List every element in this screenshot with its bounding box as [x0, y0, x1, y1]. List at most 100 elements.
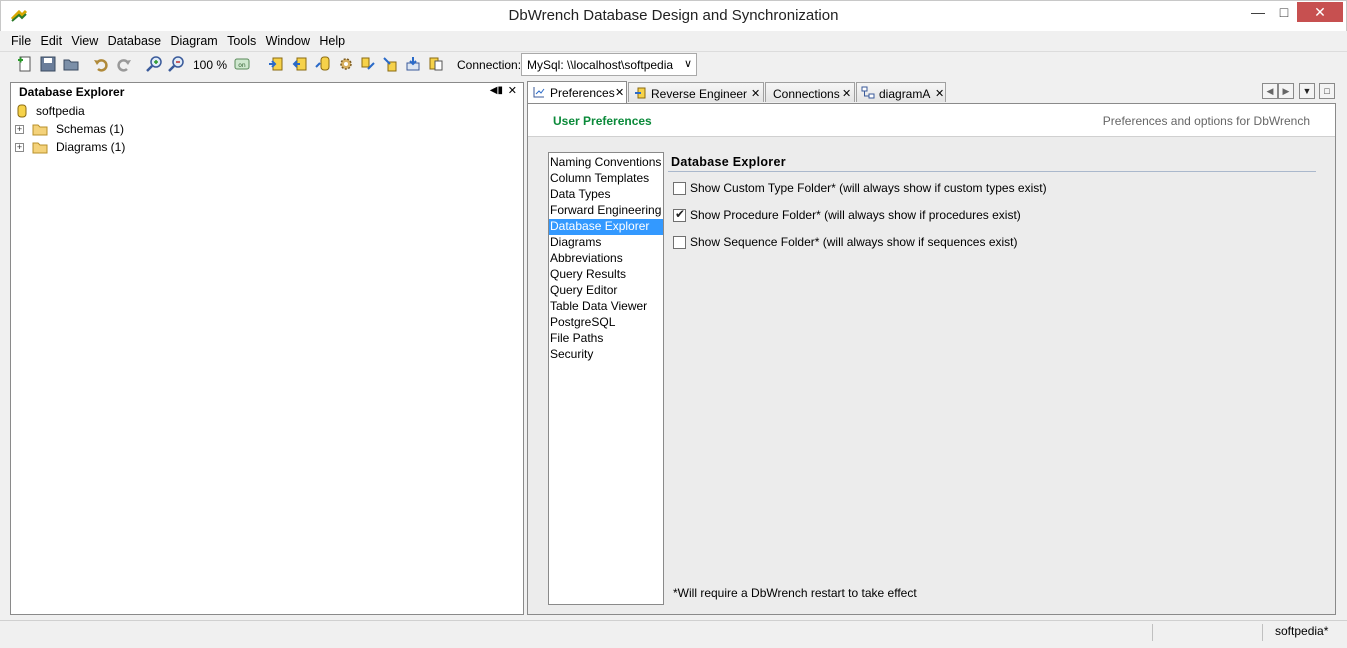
close-tab-icon[interactable]: ✕ — [615, 86, 624, 99]
expand-icon[interactable]: + — [15, 143, 24, 152]
diagram-icon — [861, 86, 875, 99]
close-tab-icon[interactable]: ✕ — [935, 87, 944, 100]
category-security[interactable]: Security — [549, 347, 663, 363]
menu-file[interactable]: File — [9, 31, 33, 48]
zoom-in-icon[interactable] — [145, 55, 165, 75]
section-title: Database Explorer — [671, 155, 786, 169]
menu-bar: File Edit View Database Diagram Tools Wi… — [0, 31, 1347, 51]
forward-engineer-icon[interactable] — [267, 55, 287, 75]
tab-list-dropdown-icon[interactable]: ▼ — [1299, 83, 1315, 99]
database-icon — [17, 104, 27, 118]
status-divider — [1262, 624, 1263, 641]
tab-label: Reverse Engineer — [651, 87, 748, 101]
maximize-button[interactable]: □ — [1270, 2, 1298, 22]
close-tab-icon[interactable]: ✕ — [751, 87, 760, 100]
tab-label: Preferences — [550, 86, 615, 100]
import-icon[interactable] — [404, 55, 424, 75]
database-explorer-header: Database Explorer ◀▮ ✕ — [11, 83, 523, 101]
category-naming-conventions[interactable]: Naming Conventions — [549, 155, 663, 171]
category-abbreviations[interactable]: Abbreviations — [549, 251, 663, 267]
category-forward-engineering[interactable]: Forward Engineering — [549, 203, 663, 219]
tree-item-schemas[interactable]: + Schemas (1) — [15, 121, 215, 139]
menu-database[interactable]: Database — [106, 31, 164, 48]
sequence-folder-checkbox[interactable] — [673, 236, 686, 249]
preferences-panel: User Preferences Preferences and options… — [527, 103, 1336, 615]
window-title: DbWrench Database Design and Synchroniza… — [508, 7, 839, 24]
procedure-folder-checkbox[interactable] — [673, 207, 686, 222]
fit-zoom-icon[interactable]: on — [233, 55, 253, 75]
close-panel-icon[interactable]: ✕ — [508, 84, 517, 97]
reverse-engineer-icon — [635, 87, 646, 99]
open-folder-icon[interactable] — [62, 55, 82, 75]
save-icon[interactable] — [39, 55, 59, 75]
category-query-editor[interactable]: Query Editor — [549, 283, 663, 299]
database-explorer-panel: Database Explorer ◀▮ ✕ softpedia + Schem… — [10, 82, 524, 615]
title-bar: DbWrench Database Design and Synchroniza… — [0, 0, 1347, 31]
status-divider — [1152, 624, 1153, 641]
tab-label: diagramA — [879, 87, 931, 101]
category-file-paths[interactable]: File Paths — [549, 331, 663, 347]
menu-window[interactable]: Window — [264, 31, 312, 48]
tab-diagrama[interactable]: diagramA ✕ — [856, 82, 946, 102]
option-label: Show Custom Type Folder* (will always sh… — [690, 181, 1047, 195]
status-bar: softpedia* — [0, 620, 1347, 648]
export-icon[interactable] — [427, 55, 447, 75]
tab-preferences[interactable]: Preferences ✕ — [527, 81, 627, 103]
preferences-header: User Preferences Preferences and options… — [528, 104, 1335, 137]
tree-item-label: Diagrams (1) — [56, 140, 126, 154]
tree-item-label: Schemas (1) — [56, 122, 125, 136]
preference-category-list[interactable]: Naming Conventions Column Templates Data… — [548, 152, 664, 605]
panel-title: Database Explorer — [19, 85, 125, 99]
chevron-down-icon: ∨ — [683, 58, 692, 70]
tree-root[interactable]: softpedia — [17, 103, 217, 121]
minimize-panel-icon[interactable]: ◀▮ — [490, 85, 503, 96]
maximize-editor-icon[interactable]: □ — [1319, 83, 1335, 99]
database-sync-icon[interactable] — [314, 55, 334, 75]
zoom-out-icon[interactable] — [167, 55, 187, 75]
folder-icon — [32, 142, 48, 154]
undo-icon[interactable] — [92, 55, 112, 75]
category-data-types[interactable]: Data Types — [549, 187, 663, 203]
svg-text:on: on — [238, 62, 246, 69]
toolbar: 100 % on Connection: MySql: \\localhost\… — [0, 51, 1347, 77]
menu-view[interactable]: View — [69, 31, 100, 48]
connection-select[interactable]: MySql: \\localhost\softpedia ∨ — [521, 53, 697, 76]
tree-item-diagrams[interactable]: + Diagrams (1) — [15, 139, 215, 157]
option-label: Show Sequence Folder* (will always show … — [690, 235, 1018, 249]
redo-icon[interactable] — [115, 55, 135, 75]
section-divider — [668, 171, 1316, 172]
category-postgresql[interactable]: PostgreSQL — [549, 315, 663, 331]
menu-diagram[interactable]: Diagram — [168, 31, 219, 48]
new-file-icon[interactable] — [16, 55, 36, 75]
close-tab-icon[interactable]: ✕ — [842, 87, 851, 100]
connection-value: MySql: \\localhost\softpedia — [527, 58, 674, 72]
category-table-data-viewer[interactable]: Table Data Viewer — [549, 299, 663, 315]
tree-root-label: softpedia — [36, 104, 85, 118]
preferences-icon — [533, 87, 545, 98]
scroll-tabs-left-icon[interactable]: ◀ — [1262, 83, 1278, 99]
zoom-level: 100 % — [193, 58, 228, 72]
connection-label: Connection: — [457, 58, 522, 72]
menu-help[interactable]: Help — [317, 31, 347, 48]
restart-note: *Will require a DbWrench restart to take… — [673, 586, 917, 600]
scroll-tabs-right-icon[interactable]: ▶ — [1278, 83, 1294, 99]
sync-icon[interactable] — [381, 55, 401, 75]
tab-connections[interactable]: Connections ✕ — [765, 82, 855, 102]
settings-gear-icon[interactable] — [337, 55, 357, 75]
category-database-explorer[interactable]: Database Explorer — [549, 219, 663, 235]
category-column-templates[interactable]: Column Templates — [549, 171, 663, 187]
reverse-engineer-icon[interactable] — [291, 55, 311, 75]
menu-tools[interactable]: Tools — [225, 31, 258, 48]
category-query-results[interactable]: Query Results — [549, 267, 663, 283]
folder-icon — [32, 124, 48, 136]
status-project: softpedia* — [1275, 624, 1329, 638]
compare-icon[interactable] — [359, 55, 379, 75]
preferences-subtitle: Preferences and options for DbWrench — [1102, 114, 1310, 128]
close-button[interactable]: ✕ — [1297, 2, 1343, 22]
expand-icon[interactable]: + — [15, 125, 24, 134]
minimize-button[interactable]: — — [1244, 2, 1272, 22]
custom-type-folder-checkbox[interactable] — [673, 182, 686, 195]
category-diagrams[interactable]: Diagrams — [549, 235, 663, 251]
menu-edit[interactable]: Edit — [39, 31, 65, 48]
tab-reverse-engineer[interactable]: Reverse Engineer ✕ — [628, 82, 764, 102]
